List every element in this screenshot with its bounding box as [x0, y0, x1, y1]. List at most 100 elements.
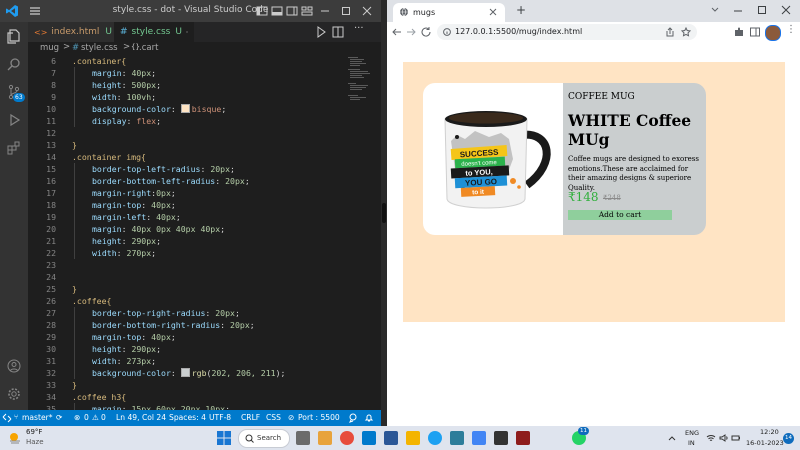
- file-explorer-icon[interactable]: [318, 431, 332, 445]
- battery-icon[interactable]: [731, 433, 741, 443]
- clock-date[interactable]: 16-01-2023: [746, 439, 784, 447]
- end-of-line[interactable]: CRLF: [241, 413, 260, 422]
- clock-time[interactable]: 12:20: [760, 428, 779, 436]
- mug-print-line-5: to it: [472, 189, 485, 197]
- sync-icon[interactable]: ⟳: [56, 413, 62, 422]
- toggle-panel-icon[interactable]: [270, 4, 284, 18]
- error-count[interactable]: 0: [84, 413, 89, 422]
- extensions-puzzle-icon[interactable]: [733, 26, 745, 38]
- color-swatch[interactable]: [180, 104, 190, 113]
- tab-index-html[interactable]: <> index.html U: [28, 22, 114, 42]
- chrome-menu-icon[interactable]: ⋮: [786, 24, 796, 35]
- encoding[interactable]: UTF-8: [209, 413, 231, 422]
- code-token: :: [200, 164, 211, 174]
- explorer-button[interactable]: [0, 22, 28, 50]
- notification-count-badge[interactable]: 14: [783, 433, 794, 444]
- wifi-icon[interactable]: [706, 433, 716, 443]
- profile-avatar[interactable]: [765, 25, 781, 41]
- add-to-cart-button[interactable]: Add to cart: [568, 210, 672, 220]
- url-text[interactable]: 127.0.0.1:5500/mug/index.html: [455, 27, 582, 36]
- breadcrumb-file[interactable]: style.css: [81, 43, 118, 53]
- extensions-button[interactable]: [0, 134, 28, 162]
- folder-taskbar-icon[interactable]: [406, 431, 420, 445]
- color-swatch[interactable]: [180, 368, 190, 377]
- input-language[interactable]: ENG: [685, 429, 699, 437]
- volume-icon[interactable]: [719, 433, 729, 443]
- close-icon[interactable]: [781, 5, 791, 15]
- minimap[interactable]: [346, 55, 376, 115]
- code-line: 12: [28, 127, 348, 139]
- info-icon[interactable]: [443, 28, 451, 36]
- breadcrumb-symbol[interactable]: .cart: [139, 43, 158, 53]
- new-tab-button[interactable]: +: [516, 3, 526, 17]
- accounts-button[interactable]: [0, 352, 28, 380]
- reload-icon[interactable]: [420, 26, 432, 38]
- browser-tab[interactable]: mugs: [393, 3, 505, 22]
- warning-count[interactable]: 0: [101, 413, 106, 422]
- minimize-icon[interactable]: [733, 6, 743, 16]
- app-taskbar-icon[interactable]: [384, 431, 398, 445]
- code-line: 23: [28, 259, 348, 271]
- customize-layout-icon[interactable]: [300, 4, 314, 18]
- bookmark-star-icon[interactable]: [681, 27, 691, 37]
- hamburger-menu-icon[interactable]: [28, 4, 42, 18]
- vscode-taskbar-icon[interactable]: [362, 431, 376, 445]
- code-editor[interactable]: 6 .container{7 margin: 40px; 8 height: 500px…: [28, 55, 381, 410]
- task-view-icon[interactable]: [296, 431, 310, 445]
- indent-guide: [74, 355, 75, 367]
- close-tab-icon[interactable]: [489, 8, 497, 16]
- maximize-icon[interactable]: [757, 5, 767, 15]
- tab-search-icon[interactable]: [711, 6, 719, 14]
- tab-style-css[interactable]: # style.css U: [114, 22, 194, 42]
- forward-arrow-icon[interactable]: [405, 26, 417, 38]
- back-arrow-icon[interactable]: [391, 26, 403, 38]
- taskbar-search-box[interactable]: Search: [238, 429, 290, 448]
- code-text: height: 290px;: [92, 343, 161, 355]
- source-control-button[interactable]: 63: [0, 78, 28, 106]
- edge-taskbar-icon[interactable]: [428, 431, 442, 445]
- code-token: height: [92, 236, 122, 246]
- weather-temp[interactable]: 69°F: [26, 428, 42, 436]
- share-icon[interactable]: [665, 27, 675, 37]
- chevron-up-icon[interactable]: [668, 434, 676, 442]
- maximize-icon[interactable]: [339, 4, 353, 18]
- chrome-taskbar-icon[interactable]: [340, 431, 354, 445]
- breadcrumb-folder[interactable]: mug: [40, 43, 59, 53]
- splitter-handle[interactable]: [382, 203, 386, 223]
- terminal-taskbar-icon[interactable]: [494, 431, 508, 445]
- close-tab-icon[interactable]: [186, 28, 188, 36]
- weather-haze-icon[interactable]: [8, 431, 22, 445]
- line-number: 18: [46, 200, 56, 210]
- code-text: }: [72, 139, 77, 151]
- indentation[interactable]: Spaces: 4: [169, 413, 206, 422]
- manage-button[interactable]: [0, 380, 28, 408]
- cursor-position[interactable]: Ln 49, Col 24: [116, 413, 166, 422]
- more-actions-icon[interactable]: ···: [354, 23, 364, 34]
- run-debug-button[interactable]: [0, 106, 28, 134]
- notifications-bell-icon[interactable]: [364, 413, 374, 423]
- feedback-icon[interactable]: [348, 413, 358, 423]
- code-token: :: [116, 92, 127, 102]
- minimize-icon[interactable]: [318, 4, 332, 18]
- weather-desc[interactable]: Haze: [26, 438, 44, 446]
- close-icon[interactable]: [360, 4, 374, 18]
- code-token: ;: [151, 248, 157, 258]
- language-mode[interactable]: CSS: [266, 413, 281, 422]
- app2-taskbar-icon[interactable]: [516, 431, 530, 445]
- live-server-port[interactable]: Port : 5500: [298, 413, 340, 422]
- drive-taskbar-icon[interactable]: [472, 431, 486, 445]
- code-token: ;: [244, 176, 250, 186]
- split-editor-icon[interactable]: [332, 26, 344, 38]
- remote-icon[interactable]: [2, 413, 12, 423]
- run-icon[interactable]: [316, 26, 326, 38]
- toggle-secondary-sidebar-icon[interactable]: [285, 4, 299, 18]
- branch-name[interactable]: master*: [22, 413, 53, 422]
- search-button[interactable]: [0, 50, 28, 78]
- code-token: ;: [170, 332, 176, 342]
- address-bar[interactable]: 127.0.0.1:5500/mug/index.html: [437, 24, 697, 40]
- windows-start-icon[interactable]: [217, 431, 231, 445]
- toggle-sidebar-icon[interactable]: [255, 4, 269, 18]
- side-panel-icon[interactable]: [749, 26, 761, 38]
- store-taskbar-icon[interactable]: [450, 431, 464, 445]
- input-region[interactable]: IN: [688, 439, 695, 447]
